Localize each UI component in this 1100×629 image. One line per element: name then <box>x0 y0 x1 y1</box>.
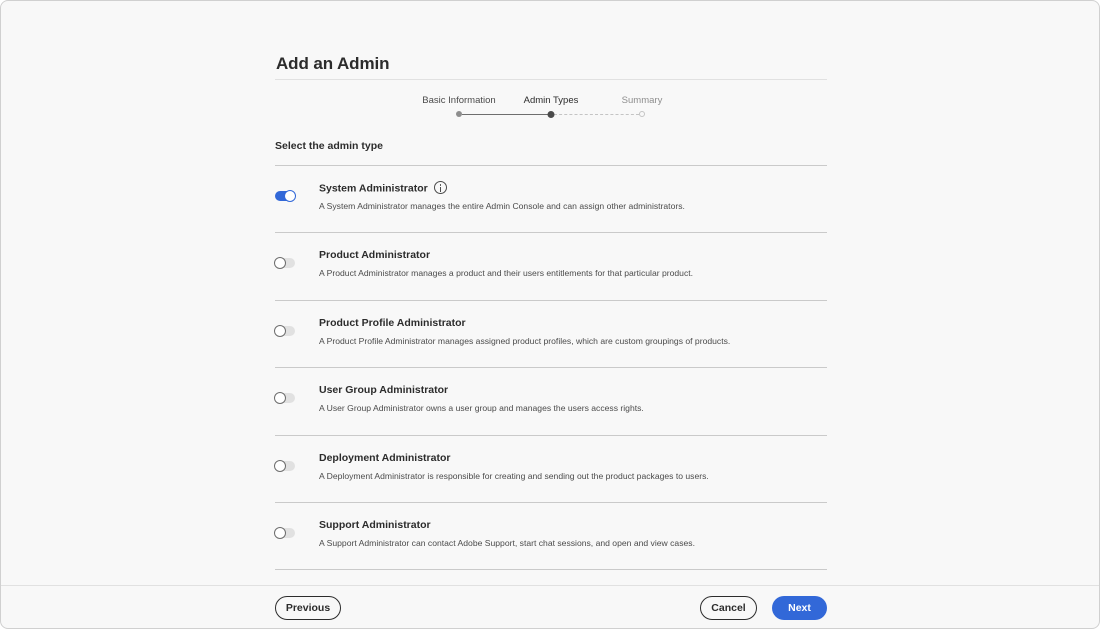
info-icon[interactable] <box>433 181 447 194</box>
toggle-knob <box>274 392 286 405</box>
admin-type-description: A Deployment Administrator is responsibl… <box>319 470 709 481</box>
previous-button[interactable]: Previous <box>275 596 341 620</box>
step-admin-types-label: Admin Types <box>523 95 579 106</box>
admin-type-name: Support Administrator <box>319 518 431 531</box>
step-connector-pending <box>554 113 639 115</box>
next-button[interactable]: Next <box>772 596 827 620</box>
admin-type-support-administrator: Support Administrator A Support Administ… <box>274 503 827 571</box>
admin-type-product-administrator: Product Administrator A Product Administ… <box>274 233 827 301</box>
step-basic-information-label: Basic Information <box>422 95 496 106</box>
support-administrator-toggle[interactable] <box>274 526 295 539</box>
product-administrator-toggle[interactable] <box>274 257 295 270</box>
step-summary-label: Summary <box>621 95 663 106</box>
toggle-knob <box>274 257 286 270</box>
admin-type-description: A Support Administrator can contact Adob… <box>319 537 695 548</box>
toggle-knob <box>274 324 286 337</box>
dialog-window: Add an Admin Basic Information Admin Typ… <box>0 0 1100 629</box>
admin-type-system-administrator: System Administrator A System Administra… <box>275 166 827 234</box>
admin-type-list: System Administrator A System Administra… <box>274 166 827 571</box>
step-summary-dot <box>639 111 645 117</box>
system-administrator-toggle[interactable] <box>275 190 296 202</box>
toggle-knob <box>274 459 286 472</box>
admin-type-name: Deployment Administrator <box>319 451 451 464</box>
user-group-administrator-toggle[interactable] <box>274 392 295 405</box>
deployment-administrator-toggle[interactable] <box>274 459 295 472</box>
title-divider <box>275 79 827 80</box>
toggle-knob <box>284 190 296 202</box>
toggle-knob <box>274 526 286 539</box>
page-title: Add an Admin <box>276 54 390 73</box>
admin-type-product-profile-administrator: Product Profile Administrator A Product … <box>274 301 827 369</box>
admin-type-deployment-administrator: Deployment Administrator A Deployment Ad… <box>274 436 827 503</box>
admin-type-user-group-administrator: User Group Administrator A User Group Ad… <box>274 368 827 436</box>
admin-type-name: User Group Administrator <box>319 384 449 397</box>
step-basic-information-dot <box>456 111 462 117</box>
footer-divider <box>1 585 1099 586</box>
section-heading: Select the admin type <box>275 140 383 152</box>
admin-type-description: A System Administrator manages the entir… <box>319 201 685 211</box>
admin-type-description: A User Group Administrator owns a user g… <box>319 403 644 414</box>
step-connector-done <box>462 113 548 115</box>
admin-type-name-text: System Administrator <box>319 182 428 195</box>
admin-type-name: Product Administrator <box>319 249 431 262</box>
admin-type-description: A Product Profile Administrator manages … <box>319 335 731 346</box>
step-admin-types-dot <box>547 110 555 118</box>
cancel-button[interactable]: Cancel <box>700 596 757 620</box>
admin-type-description: A Product Administrator manages a produc… <box>319 268 694 279</box>
progress-stepper: Basic Information Admin Types Summary <box>275 95 827 125</box>
admin-type-name: System Administrator <box>319 181 447 195</box>
product-profile-administrator-toggle[interactable] <box>274 324 295 337</box>
admin-type-name: Product Profile Administrator <box>319 316 466 329</box>
